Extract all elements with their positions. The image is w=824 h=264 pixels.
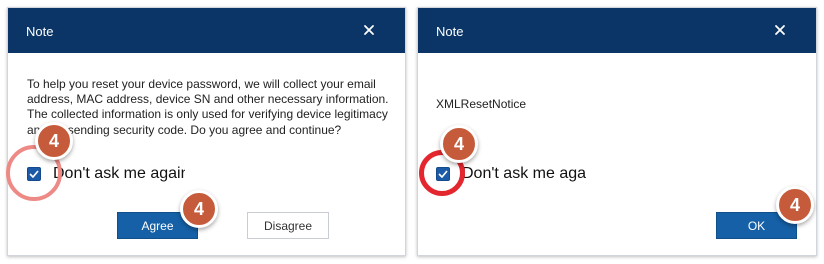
dialog-message: To help you reset your device password, … xyxy=(27,77,389,137)
dialog-title: Note xyxy=(436,24,464,39)
xml-reset-notice-dialog: Note XMLResetNotice Don't ask me again O… xyxy=(417,7,817,256)
dont-ask-again-label: Don't ask me again xyxy=(462,165,586,182)
dialog-titlebar: Note xyxy=(418,8,816,53)
dialog-message: XMLResetNotice xyxy=(436,97,527,111)
step-badge: 4 xyxy=(776,186,814,224)
disagree-button[interactable]: Disagree xyxy=(247,212,329,239)
close-icon[interactable] xyxy=(772,22,788,38)
dialog-titlebar: Note xyxy=(8,8,405,53)
dialog-title: Note xyxy=(26,24,54,39)
close-icon[interactable] xyxy=(361,22,377,38)
step-badge: 4 xyxy=(440,125,478,163)
dont-ask-again-label: Don't ask me again xyxy=(53,165,185,182)
step-badge: 4 xyxy=(180,190,218,228)
step-badge: 4 xyxy=(35,122,73,160)
